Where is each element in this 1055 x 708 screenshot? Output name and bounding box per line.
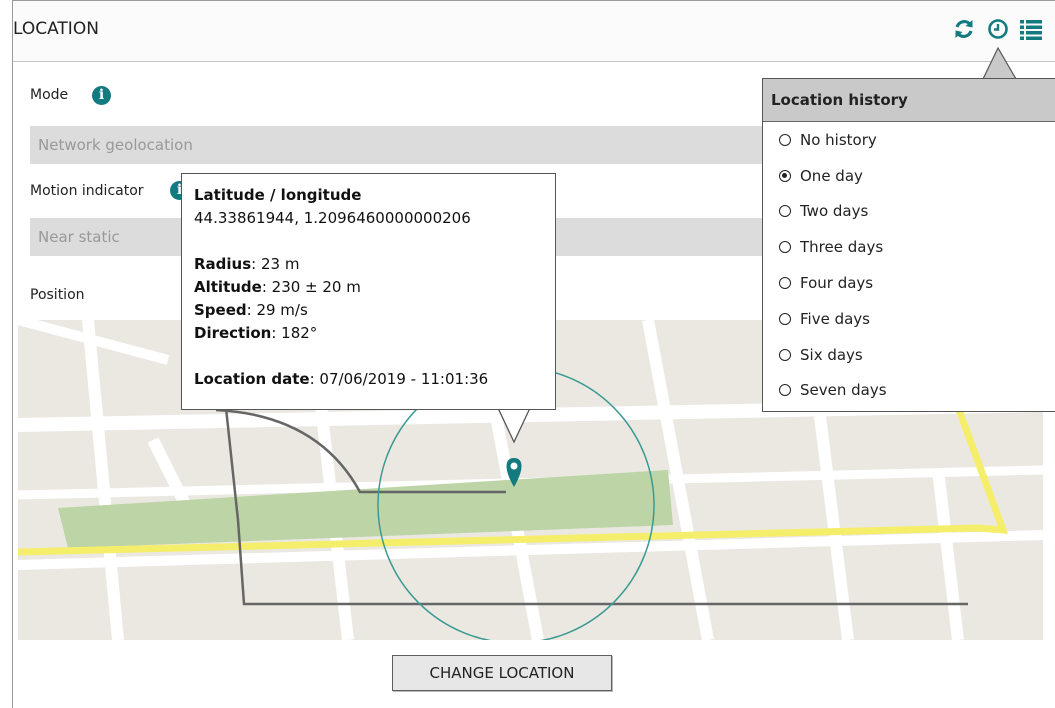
history-option-label: Seven days bbox=[800, 381, 887, 400]
radio-button[interactable] bbox=[779, 205, 791, 218]
radio-button[interactable] bbox=[779, 312, 791, 325]
altitude-value: : 230 ± 20 m bbox=[261, 278, 361, 296]
history-option[interactable]: Three days bbox=[763, 229, 1055, 265]
location-date-label: Location date bbox=[194, 370, 310, 388]
history-option[interactable]: Six days bbox=[763, 337, 1055, 373]
history-option[interactable]: One day bbox=[763, 158, 1055, 194]
altitude-row: Altitude: 230 ± 20 m bbox=[194, 276, 543, 299]
location-history-options: No history One day Two days Three days F… bbox=[763, 122, 1055, 408]
history-option-label: Two days bbox=[800, 202, 869, 221]
mode-label: Mode bbox=[30, 87, 69, 103]
clock-icon[interactable] bbox=[985, 16, 1011, 42]
direction-label: Direction bbox=[194, 324, 272, 342]
history-option-label: Three days bbox=[800, 238, 884, 257]
panel-title: LOCATION bbox=[13, 19, 99, 39]
refresh-icon[interactable] bbox=[951, 16, 977, 42]
direction-value: : 182° bbox=[271, 324, 318, 342]
speed-value: : 29 m/s bbox=[246, 301, 308, 319]
radio-button[interactable] bbox=[779, 133, 791, 146]
radio-button[interactable] bbox=[779, 169, 791, 182]
mode-field[interactable]: Network geolocation bbox=[30, 126, 770, 164]
history-option-label: Six days bbox=[800, 345, 863, 364]
history-option[interactable]: Two days bbox=[763, 194, 1055, 230]
location-tooltip: Latitude / longitude 44.33861944, 1.2096… bbox=[181, 173, 556, 410]
direction-row: Direction: 182° bbox=[194, 322, 543, 345]
history-option[interactable]: Four days bbox=[763, 265, 1055, 301]
speed-label: Speed bbox=[194, 301, 247, 319]
position-label: Position bbox=[30, 287, 85, 303]
radio-button[interactable] bbox=[779, 384, 791, 397]
location-date-row: Location date: 07/06/2019 - 11:01:36 bbox=[194, 368, 543, 391]
history-option-label: No history bbox=[800, 130, 877, 149]
speed-row: Speed: 29 m/s bbox=[194, 299, 543, 322]
info-icon[interactable]: i bbox=[92, 86, 111, 105]
altitude-label: Altitude bbox=[194, 278, 262, 296]
list-icon[interactable] bbox=[1018, 16, 1044, 42]
history-option-label: Four days bbox=[800, 274, 874, 293]
tooltip-heading: Latitude / longitude bbox=[194, 186, 362, 204]
tooltip-coordinates: 44.33861944, 1.2096460000000206 bbox=[194, 209, 471, 227]
history-option-label: Five days bbox=[800, 309, 870, 328]
radio-button[interactable] bbox=[779, 348, 791, 361]
radius-value: : 23 m bbox=[251, 255, 300, 273]
history-option[interactable]: Seven days bbox=[763, 373, 1055, 409]
radio-button[interactable] bbox=[779, 241, 791, 254]
location-history-popover: Location history No history One day Two … bbox=[762, 78, 1055, 412]
radius-row: Radius: 23 m bbox=[194, 253, 543, 276]
history-option-label: One day bbox=[800, 166, 863, 185]
popover-pointer bbox=[982, 46, 1018, 80]
history-option[interactable]: Five days bbox=[763, 301, 1055, 337]
history-option[interactable]: No history bbox=[763, 122, 1055, 158]
location-history-title: Location history bbox=[763, 79, 1055, 122]
radius-label: Radius bbox=[194, 255, 252, 273]
panel-header: LOCATION bbox=[13, 1, 1055, 62]
motion-indicator-label: Motion indicator bbox=[30, 183, 144, 199]
location-date-value: : 07/06/2019 - 11:01:36 bbox=[309, 370, 489, 388]
change-location-button[interactable]: CHANGE LOCATION bbox=[392, 655, 612, 691]
radio-button[interactable] bbox=[779, 277, 791, 290]
